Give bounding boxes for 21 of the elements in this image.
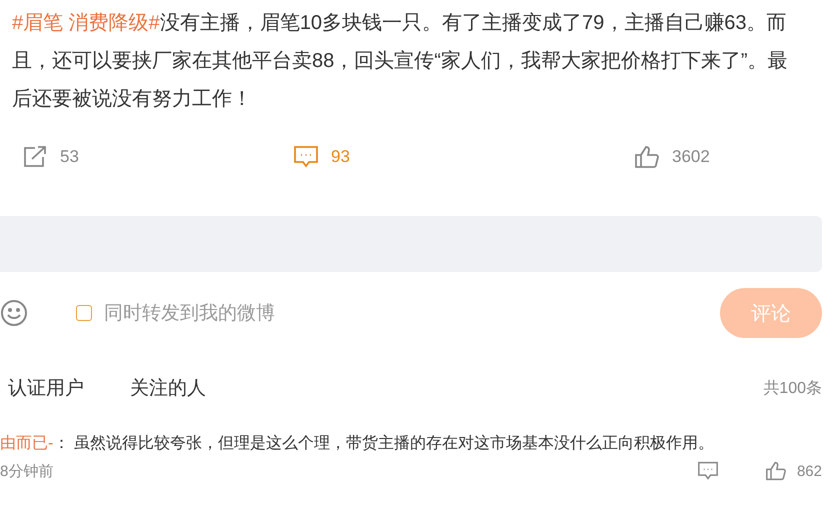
filter-tab[interactable]: 认证用户 [8, 375, 84, 401]
comment-text: 由而已-： 虽然说得比较夸张，但理是这么个理，带货主播的存在对这市场基本没什么正向积极作用。 [0, 434, 715, 454]
topic-link[interactable]: #眉笔 消费降级# [12, 12, 160, 34]
share-icon[interactable] [22, 145, 48, 169]
comment-count: 共100条 [763, 378, 822, 398]
checkbox-label: 同时转发到我的微博 [104, 302, 275, 326]
smiley-icon[interactable] [0, 299, 28, 327]
comment-time: 8分钟前 [0, 462, 54, 480]
reply-icon[interactable] [696, 461, 719, 481]
repost-count: 53 [60, 147, 79, 167]
like-count: 3602 [672, 147, 710, 167]
thumbs-up-icon[interactable] [764, 461, 787, 481]
comment-button[interactable]: 评论 [720, 288, 822, 338]
author-link[interactable]: 由而已- [0, 435, 54, 452]
filter-tab[interactable]: 关注的人 [130, 375, 206, 401]
like-count: 862 [796, 462, 822, 480]
comment-count: 93 [331, 147, 350, 167]
comment-icon[interactable] [293, 145, 319, 169]
checkbox[interactable] [76, 305, 92, 321]
thumbs-up-icon[interactable] [634, 145, 660, 169]
post-text: #眉笔 消费降级#没有主播，眉笔10多块钱一只。有了主播变成了79，主播自己赚63。而且，还可以要挟厂家在其他平台卖88，回头宣传“家人们，我帮大家把价格打下来了”。最后还要被说没有努力工作！ [12, 11, 789, 112]
